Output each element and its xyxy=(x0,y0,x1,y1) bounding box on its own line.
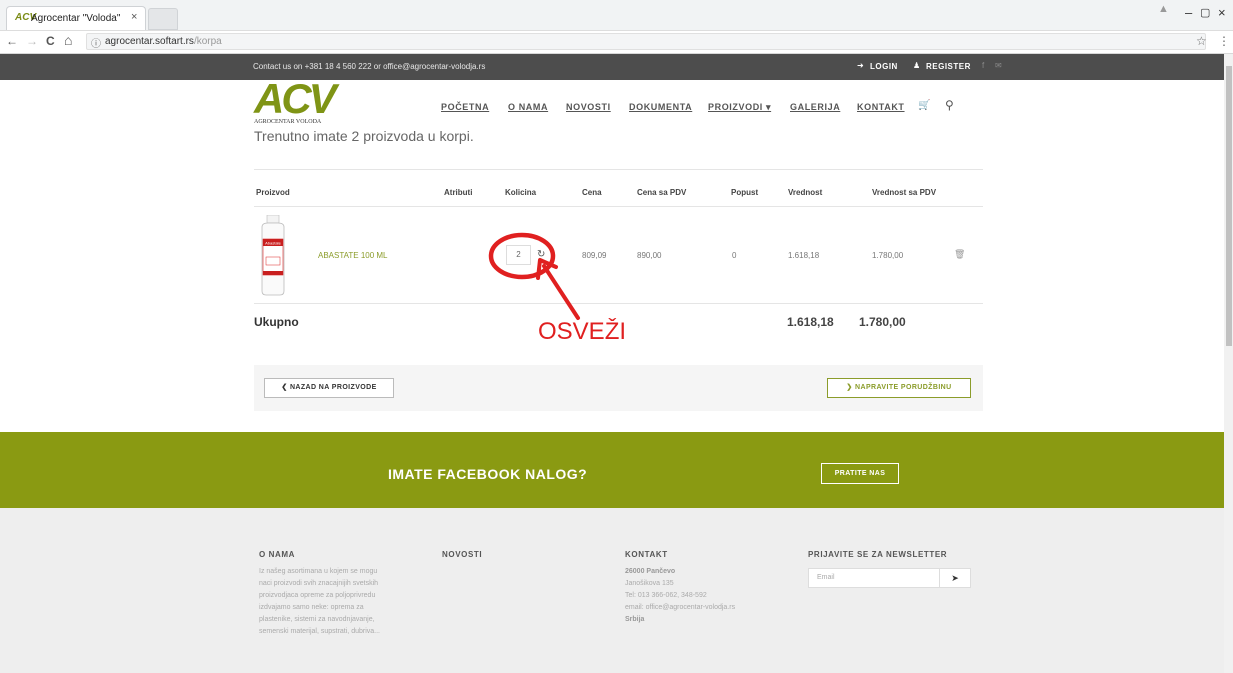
product-name-link[interactable]: ABASTATE 100 ML xyxy=(318,251,388,260)
table-header-divider xyxy=(254,206,983,207)
login-link[interactable]: LOGIN xyxy=(870,62,898,71)
col-header-attributes: Atributi xyxy=(444,188,473,197)
nav-kontakt[interactable]: KONTAKT xyxy=(857,102,905,112)
footer-about-title: O NAMA xyxy=(259,550,296,559)
restore-icon[interactable]: ▢ xyxy=(1200,6,1210,19)
reload-icon[interactable]: C xyxy=(46,34,55,48)
profile-icon[interactable]: ▲ xyxy=(1158,3,1169,15)
item-discount: 0 xyxy=(732,251,737,260)
forward-icon[interactable]: → xyxy=(26,34,38,48)
product-image[interactable]: Abastate xyxy=(258,215,288,297)
total-label: Ukupno xyxy=(254,315,299,329)
scrollbar-thumb[interactable] xyxy=(1226,66,1232,346)
bottle-label: Abastate xyxy=(265,241,282,246)
col-header-price-vat: Cena sa PDV xyxy=(637,188,687,197)
annotation-label: OSVEŽI xyxy=(538,318,627,345)
browser-tab-strip: ACV Agrocentar "Voloda" × ▲ – ▢ × xyxy=(0,0,1233,31)
site-logo[interactable]: ACV xyxy=(254,78,337,120)
mail-icon[interactable]: ✉ xyxy=(995,61,1002,70)
col-header-discount: Popust xyxy=(731,188,759,197)
browser-menu-icon[interactable]: ⋮ xyxy=(1218,34,1230,48)
facebook-icon[interactable]: f xyxy=(982,61,984,70)
url-text: agrocentar.softart.rs/korpa xyxy=(105,36,222,47)
new-tab-button[interactable] xyxy=(148,8,178,30)
address-bar: ← → C ⌂ ⓘ agrocentar.softart.rs/korpa ☆ … xyxy=(0,31,1233,54)
item-price-vat: 890,00 xyxy=(637,251,662,260)
back-to-products-button[interactable]: ❮ NAZAD NA PROIZVODE xyxy=(264,378,394,398)
item-value-vat: 1.780,00 xyxy=(872,251,904,260)
register-link[interactable]: REGISTER xyxy=(926,62,971,71)
facebook-title: IMATE FACEBOOK NALOG? xyxy=(388,466,588,482)
footer-contact-title: KONTAKT xyxy=(625,550,668,559)
total-value: 1.618,18 xyxy=(787,315,834,329)
browser-tab[interactable]: ACV Agrocentar "Voloda" × xyxy=(6,6,146,30)
nav-proizvodi[interactable]: PROIZVODI ▾ xyxy=(708,102,771,113)
home-icon[interactable]: ⌂ xyxy=(64,32,72,48)
nav-o-nama[interactable]: O NAMA xyxy=(508,102,548,112)
register-icon: ♟ xyxy=(913,61,921,70)
nav-pocetna[interactable]: POČETNA xyxy=(441,102,489,112)
footer-news-title: NOVOSTI xyxy=(442,550,483,559)
cart-message: Trenutno imate 2 proizvoda u korpi. xyxy=(254,128,474,144)
bookmark-star-icon[interactable]: ☆ xyxy=(1196,34,1207,48)
col-header-quantity: Kolicina xyxy=(505,188,537,197)
back-icon[interactable]: ← xyxy=(6,34,18,48)
item-value: 1.618,18 xyxy=(788,251,820,260)
place-order-button[interactable]: ❯ NAPRAVITE PORUDŽBINU xyxy=(827,378,971,398)
tab-close-icon[interactable]: × xyxy=(131,11,137,23)
footer-about-text: Iz našeg asortimana u kojem se mogu naci… xyxy=(259,568,380,635)
logo-subtitle: AGROCENTAR VOLODA xyxy=(254,119,322,125)
nav-dokumenta[interactable]: DOKUMENTA xyxy=(629,102,692,112)
footer-contact-text: 26000 Pančevo Janošikova 135 Tel: 013 36… xyxy=(625,568,736,623)
info-icon[interactable]: ⓘ xyxy=(91,35,101,50)
table-bottom-divider xyxy=(254,303,983,304)
nav-galerija[interactable]: GALERIJA xyxy=(790,102,840,112)
nav-novosti[interactable]: NOVOSTI xyxy=(566,102,611,112)
trash-icon[interactable]: 🗑 xyxy=(954,249,965,260)
url-field[interactable]: ⓘ agrocentar.softart.rs/korpa xyxy=(86,33,1206,50)
cart-icon[interactable]: 🛒 xyxy=(918,100,930,111)
facebook-band xyxy=(0,432,1224,508)
search-icon[interactable]: ⚲ xyxy=(945,98,954,112)
col-header-price: Cena xyxy=(582,188,602,197)
login-icon: ➜ xyxy=(857,61,864,70)
minimize-icon[interactable]: – xyxy=(1185,5,1192,20)
tab-title: Agrocentar "Voloda" xyxy=(31,13,121,24)
contact-info: Contact us on +381 18 4 560 222 or offic… xyxy=(253,62,486,71)
window-close-icon[interactable]: × xyxy=(1218,5,1226,20)
site-footer xyxy=(0,508,1224,673)
site-topbar: Contact us on +381 18 4 560 222 or offic… xyxy=(0,54,1224,80)
footer-newsletter-title: PRIJAVITE SE ZA NEWSLETTER xyxy=(808,550,948,559)
table-top-divider xyxy=(254,169,983,170)
follow-us-button[interactable]: PRATITE NAS xyxy=(821,463,899,484)
total-value-vat: 1.780,00 xyxy=(859,315,906,329)
newsletter-send-icon[interactable]: ➤ xyxy=(940,568,971,588)
col-header-value: Vrednost xyxy=(788,188,823,197)
annotation-circle-arrow xyxy=(488,232,580,320)
newsletter-email-input[interactable]: Email xyxy=(808,568,940,588)
col-header-product: Proizvod xyxy=(256,188,290,197)
col-header-value-vat: Vrednost sa PDV xyxy=(872,188,937,197)
